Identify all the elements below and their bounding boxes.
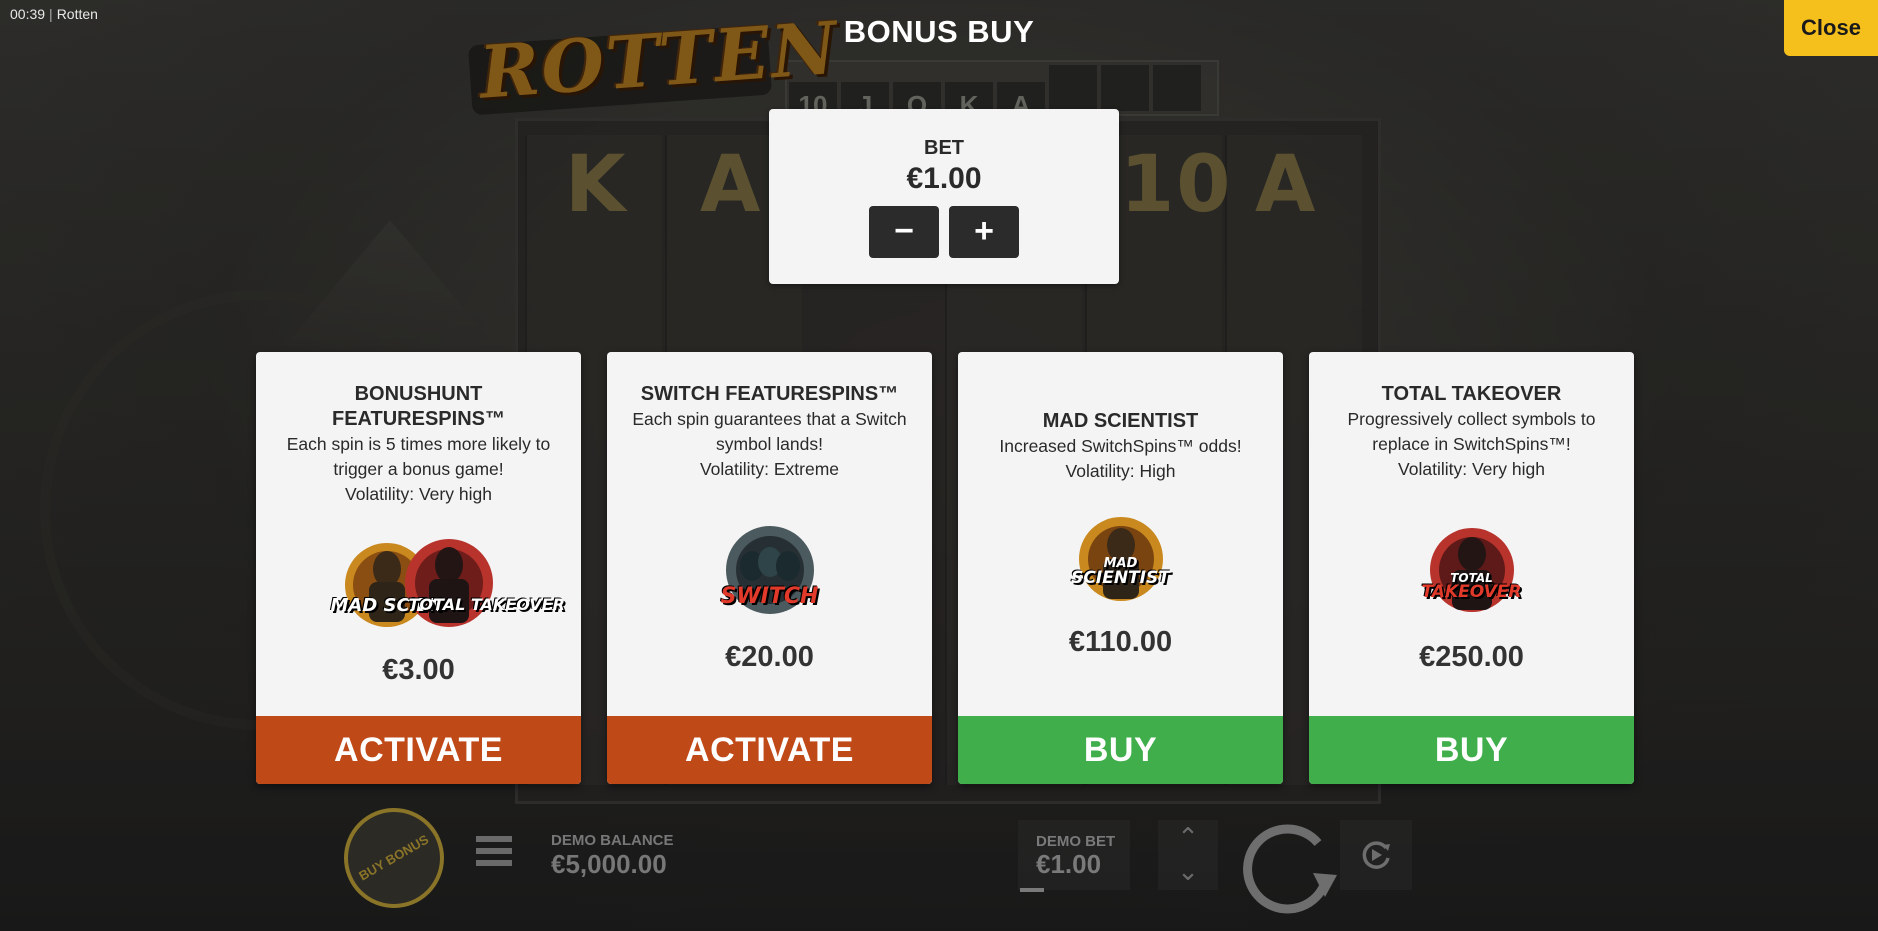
demo-bet-label: DEMO BET <box>1036 833 1116 850</box>
card-description: Each spin guarantees that a Switch symbo… <box>632 409 907 454</box>
demo-bet-underline <box>1020 888 1044 892</box>
spin-icon <box>1243 824 1337 914</box>
badge-labels: SWITCH <box>607 584 932 609</box>
bet-value: €1.00 <box>906 162 982 195</box>
badge-text: TAKEOVER <box>1421 582 1522 602</box>
badge-labels: TOTAL TAKEOVER <box>1309 572 1634 601</box>
chevron-up-icon[interactable]: ⌃ <box>1158 820 1218 854</box>
card-volatility: Volatility: High <box>1065 460 1176 481</box>
bonus-card-total-takeover: TOTAL TAKEOVER Progressively collect sym… <box>1309 352 1634 784</box>
bet-controls: − + <box>769 206 1119 258</box>
card-description: Progressively collect symbols to replace… <box>1347 409 1596 454</box>
autoplay-icon <box>1362 841 1390 869</box>
decrease-bet-button[interactable]: − <box>869 206 939 258</box>
bonus-card-switch: SWITCH FEATURESPINS™ Each spin guarantee… <box>607 352 932 784</box>
card-description: Increased SwitchSpins™ odds! <box>999 436 1242 456</box>
autoplay-button[interactable] <box>1340 820 1412 890</box>
bet-label: BET <box>924 137 964 159</box>
buy-button[interactable]: BUY <box>1309 716 1634 784</box>
badge-labels: MAD SCIEN TOTAL TAKEOVER <box>256 595 581 635</box>
card-volatility: Volatility: Extreme <box>699 458 840 479</box>
card-title: TOTAL TAKEOVER <box>1381 383 1562 405</box>
badge-text: TOTAL TAKEOVER <box>408 595 565 614</box>
card-description: Each spin is 5 times more likely to trig… <box>286 434 551 479</box>
card-volatility: Volatility: Very high <box>345 483 492 504</box>
activate-button[interactable]: ACTIVATE <box>607 716 932 784</box>
spin-button[interactable] <box>1228 808 1348 928</box>
bonus-card-mad-scientist: MAD SCIENTIST Increased SwitchSpins™ odd… <box>958 352 1283 784</box>
card-volatility: Volatility: Very high <box>1398 458 1545 479</box>
bonus-card-bonushunt: BONUSHUNT FEATURESPINS™ Each spin is 5 t… <box>256 352 581 784</box>
bet-panel: BET €1.00 − + <box>769 109 1119 284</box>
demo-bet-value: €1.00 <box>1036 849 1102 879</box>
close-button[interactable]: Close <box>1784 0 1878 56</box>
card-title: BONUSHUNT FEATURESPINS™ <box>332 383 505 430</box>
card-price: €20.00 <box>725 641 814 673</box>
buy-bonus-label: BUY BONUS <box>356 831 432 884</box>
card-title: MAD SCIENTIST <box>1042 410 1199 432</box>
card-price: €110.00 <box>1068 626 1173 658</box>
badge-text: SCIENTIST <box>1071 568 1170 588</box>
badge-text: SWITCH <box>720 584 819 609</box>
card-price: €3.00 <box>382 654 455 686</box>
buy-bonus-button[interactable]: BUY BONUS <box>344 808 444 908</box>
card-price: €250.00 <box>1419 641 1524 673</box>
card-title: SWITCH FEATURESPINS™ <box>640 383 899 405</box>
increase-bet-button[interactable]: + <box>949 206 1019 258</box>
chevron-down-icon[interactable]: ⌄ <box>1158 854 1218 888</box>
buy-button[interactable]: BUY <box>958 716 1283 784</box>
activate-button[interactable]: ACTIVATE <box>256 716 581 784</box>
page-title: BONUS BUY <box>843 14 1035 49</box>
badge-labels: MAD SCIENTIST <box>958 557 1283 587</box>
balance-label: DEMO BALANCE <box>551 832 674 849</box>
menu-icon[interactable] <box>476 836 512 872</box>
balance-value: €5,000.00 <box>551 849 667 879</box>
bet-stepper[interactable]: ⌃ ⌄ <box>1158 820 1218 890</box>
